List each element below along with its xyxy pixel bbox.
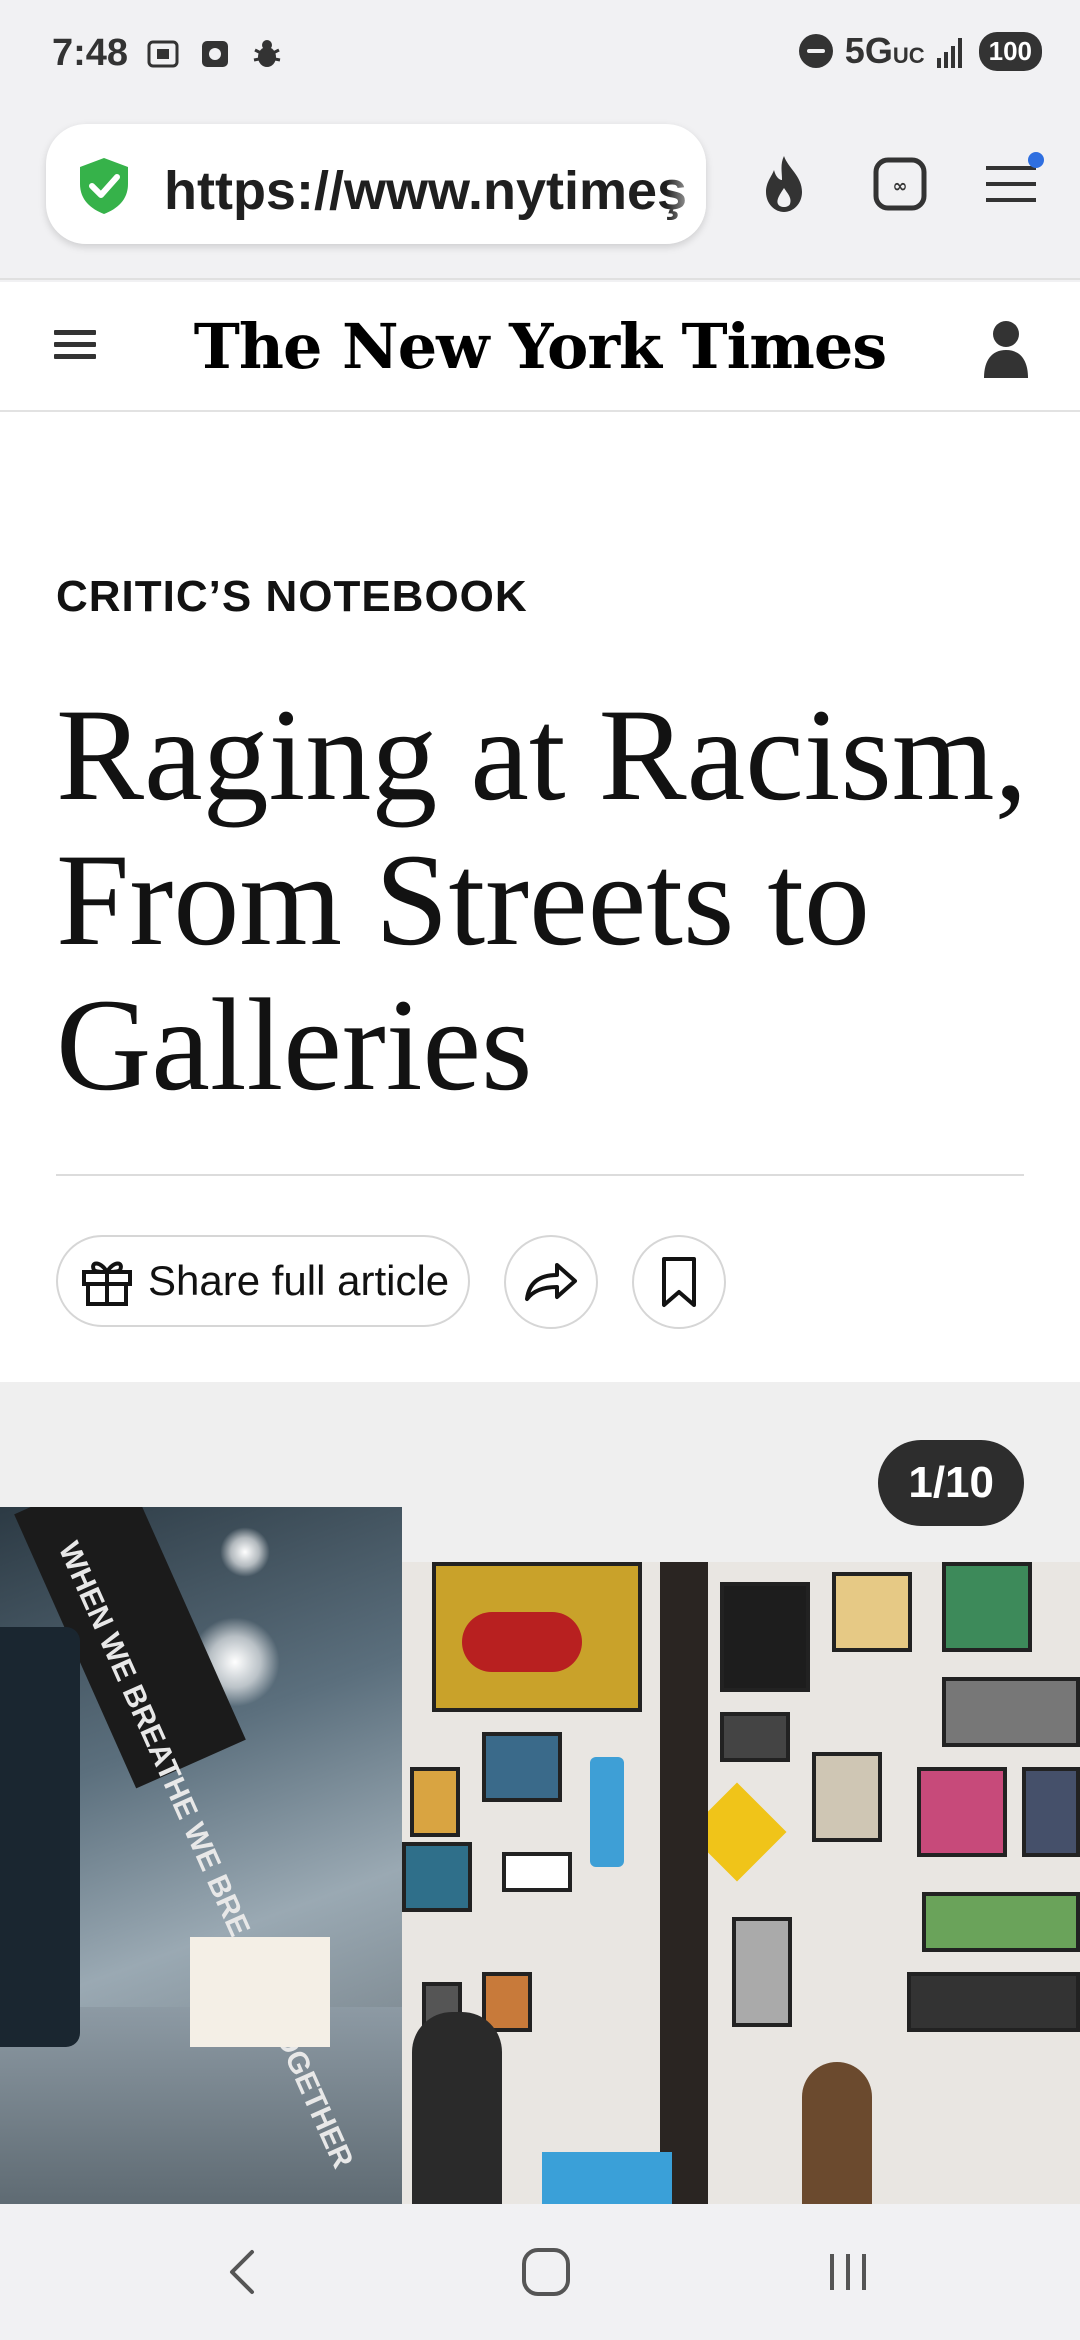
share-label: Share full article (148, 1257, 450, 1304)
article: CRITIC’S NOTEBOOK Raging at Racism, From… (0, 412, 1080, 1382)
mailbox (0, 1627, 80, 2047)
photo-gallery[interactable]: WHEN WE BREATHE WE BREATHE TOGETHER 1/10 (0, 1382, 1080, 2204)
artwork (482, 1732, 562, 1802)
bug-icon (253, 40, 281, 67)
status-notification-icons (145, 36, 285, 72)
artwork (732, 1917, 792, 2027)
url-text[interactable]: https://www.nytimeş (164, 160, 687, 222)
status-time: 7:48 (52, 32, 129, 74)
svg-text:∞: ∞ (893, 176, 908, 197)
share-arrow-icon (525, 1263, 577, 1301)
artwork (832, 1572, 912, 1652)
browser-toolbar: https://www.nytimeş ∞ (0, 110, 1080, 280)
article-kicker[interactable]: CRITIC’S NOTEBOOK (56, 572, 528, 622)
do-not-disturb-icon (798, 34, 833, 68)
artwork (1022, 1767, 1080, 1857)
status-bar: 7:48 5GUC 100 (0, 0, 1080, 110)
site-header: The New York Times (0, 282, 1080, 412)
url-fade (666, 124, 706, 244)
artwork (812, 1752, 882, 1842)
signal-icon (936, 38, 962, 68)
artwork (942, 1677, 1080, 1747)
artwork (907, 1972, 1080, 2032)
ceiling-light (220, 1527, 270, 1577)
recent-apps-icon[interactable] (816, 2240, 880, 2304)
visitor-figure (802, 2062, 872, 2204)
gift-icon (82, 1261, 132, 1306)
back-icon[interactable] (212, 2240, 276, 2304)
share-button[interactable] (504, 1235, 598, 1329)
system-nav-bar (0, 2204, 1080, 2340)
bookmark-icon (662, 1257, 696, 1307)
flame-icon[interactable] (752, 152, 816, 216)
site-logo[interactable]: The New York Times (0, 310, 1080, 383)
share-full-article-button[interactable]: Share full article (56, 1235, 470, 1327)
address-bar[interactable]: https://www.nytimeş (46, 124, 706, 244)
status-right: 5GUC 100 (798, 30, 1042, 72)
artwork (922, 1892, 1080, 1952)
divider (56, 1174, 1024, 1176)
artwork (720, 1712, 790, 1762)
visitor-figure (412, 2012, 502, 2204)
support-pillar (660, 1562, 708, 2204)
shield-check-icon[interactable] (76, 156, 132, 216)
network-indicator: 5GUC (844, 30, 925, 71)
battery-indicator: 100 (978, 31, 1042, 71)
inhaler-sculpture (590, 1757, 624, 1867)
artwork (502, 1852, 572, 1892)
gallery-photo-right[interactable] (402, 1562, 1080, 2204)
artwork-figure (462, 1612, 582, 1672)
article-headline: Raging at Racism, From Streets to Galler… (56, 681, 1028, 1118)
placard-display (190, 1937, 330, 2047)
browser-menu-icon[interactable] (980, 152, 1044, 216)
gallery-counter: 1/10 (878, 1440, 1024, 1526)
bookmark-button[interactable] (632, 1235, 726, 1329)
pedestal (542, 2152, 672, 2204)
gallery-photo-left[interactable]: WHEN WE BREATHE WE BREATHE TOGETHER (0, 1507, 402, 2204)
clock-app-icon (202, 41, 228, 67)
tab-switcher-icon[interactable]: ∞ (868, 152, 932, 216)
artwork (402, 1842, 472, 1912)
screenshot-icon (147, 40, 179, 68)
artwork (720, 1582, 810, 1692)
artwork (410, 1767, 460, 1837)
artwork (917, 1767, 1007, 1857)
artwork (942, 1562, 1032, 1652)
home-icon[interactable] (514, 2240, 578, 2304)
account-icon[interactable] (984, 318, 1028, 378)
